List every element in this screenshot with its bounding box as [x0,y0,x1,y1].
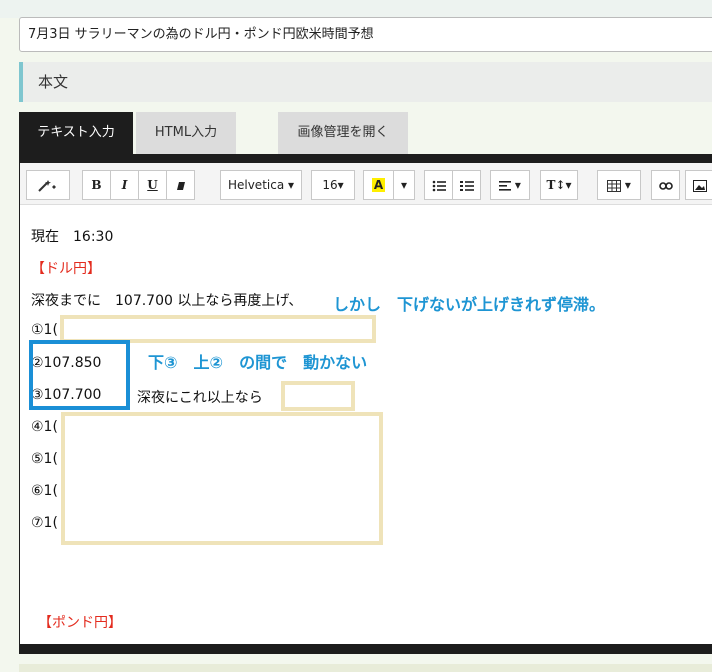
annotation-stagnation: しかし 下げないが上げきれず停滞。 [333,295,606,314]
insert-link-button[interactable] [651,170,680,200]
link-icon [658,181,673,190]
font-color-dropdown[interactable]: ▾ [393,170,415,200]
image-icon [692,179,707,192]
bullet-list-icon [432,180,446,191]
redaction-box-1 [60,315,376,343]
level-5-line: ⑤1( [31,451,58,467]
level-3-note: 深夜にこれ以上なら [137,390,263,406]
italic-button[interactable]: I [110,170,139,200]
editor-toolbar: B I U Helvetica ▾ 16▾ A ▾ ▾ T↕▾ ▾ [20,163,712,205]
numbered-list-button[interactable] [452,170,481,200]
tab-image-manager[interactable]: 画像管理を開く [278,112,408,154]
tab-html-input[interactable]: HTML入力 [136,112,236,154]
underline-button[interactable]: U [138,170,167,200]
font-color-icon: A [371,178,386,192]
bold-button[interactable]: B [82,170,111,200]
align-icon [499,180,512,191]
level-6-line: ⑥1( [31,483,58,499]
paragraph-align-dropdown[interactable]: ▾ [490,170,530,200]
clear-format-button[interactable] [166,170,195,200]
dollar-yen-heading: 【ドル円】 [31,261,101,277]
current-time-line: 現在 16:30 [31,229,114,245]
table-icon [607,179,622,192]
level-7-line: ⑦1( [31,515,58,531]
section-label: 本文 [38,73,69,91]
editor-frame-top [20,154,712,163]
numbered-list-icon [459,180,474,191]
overnight-condition-line: 深夜までに 107.700 以上なら再度上げ、 [31,293,303,309]
section-header: 本文 [19,62,712,102]
editor-frame-bottom [20,644,712,654]
pound-yen-heading: 【ポンド円】 [38,615,122,631]
highlight-box-levels [29,340,130,410]
tab-text-input[interactable]: テキスト入力 [19,112,133,154]
redaction-box-2 [281,381,355,411]
text-height-dropdown[interactable]: T↕▾ [540,170,578,200]
table-dropdown[interactable]: ▾ [597,170,641,200]
font-color-button[interactable]: A [363,170,394,200]
editor-frame: B I U Helvetica ▾ 16▾ A ▾ ▾ T↕▾ ▾ 現在 16:… [19,154,712,654]
annotation-range: 下③ 上② の間で 動かない [148,353,368,372]
magic-wand-button[interactable] [26,170,70,200]
magic-wand-icon [38,179,56,192]
bottom-strip [19,664,712,672]
eraser-icon [176,181,185,190]
insert-image-button[interactable] [685,170,712,200]
font-size-dropdown[interactable]: 16▾ [311,170,355,200]
post-title-input[interactable]: 7月3日 サラリーマンの為のドル円・ポンド円欧米時間予想 [19,17,712,52]
top-strip [0,0,712,18]
level-1-line: ①1( [31,322,58,338]
redaction-box-3 [61,412,383,545]
level-4-line: ④1( [31,419,58,435]
font-family-dropdown[interactable]: Helvetica ▾ [220,170,302,200]
bullet-list-button[interactable] [424,170,453,200]
